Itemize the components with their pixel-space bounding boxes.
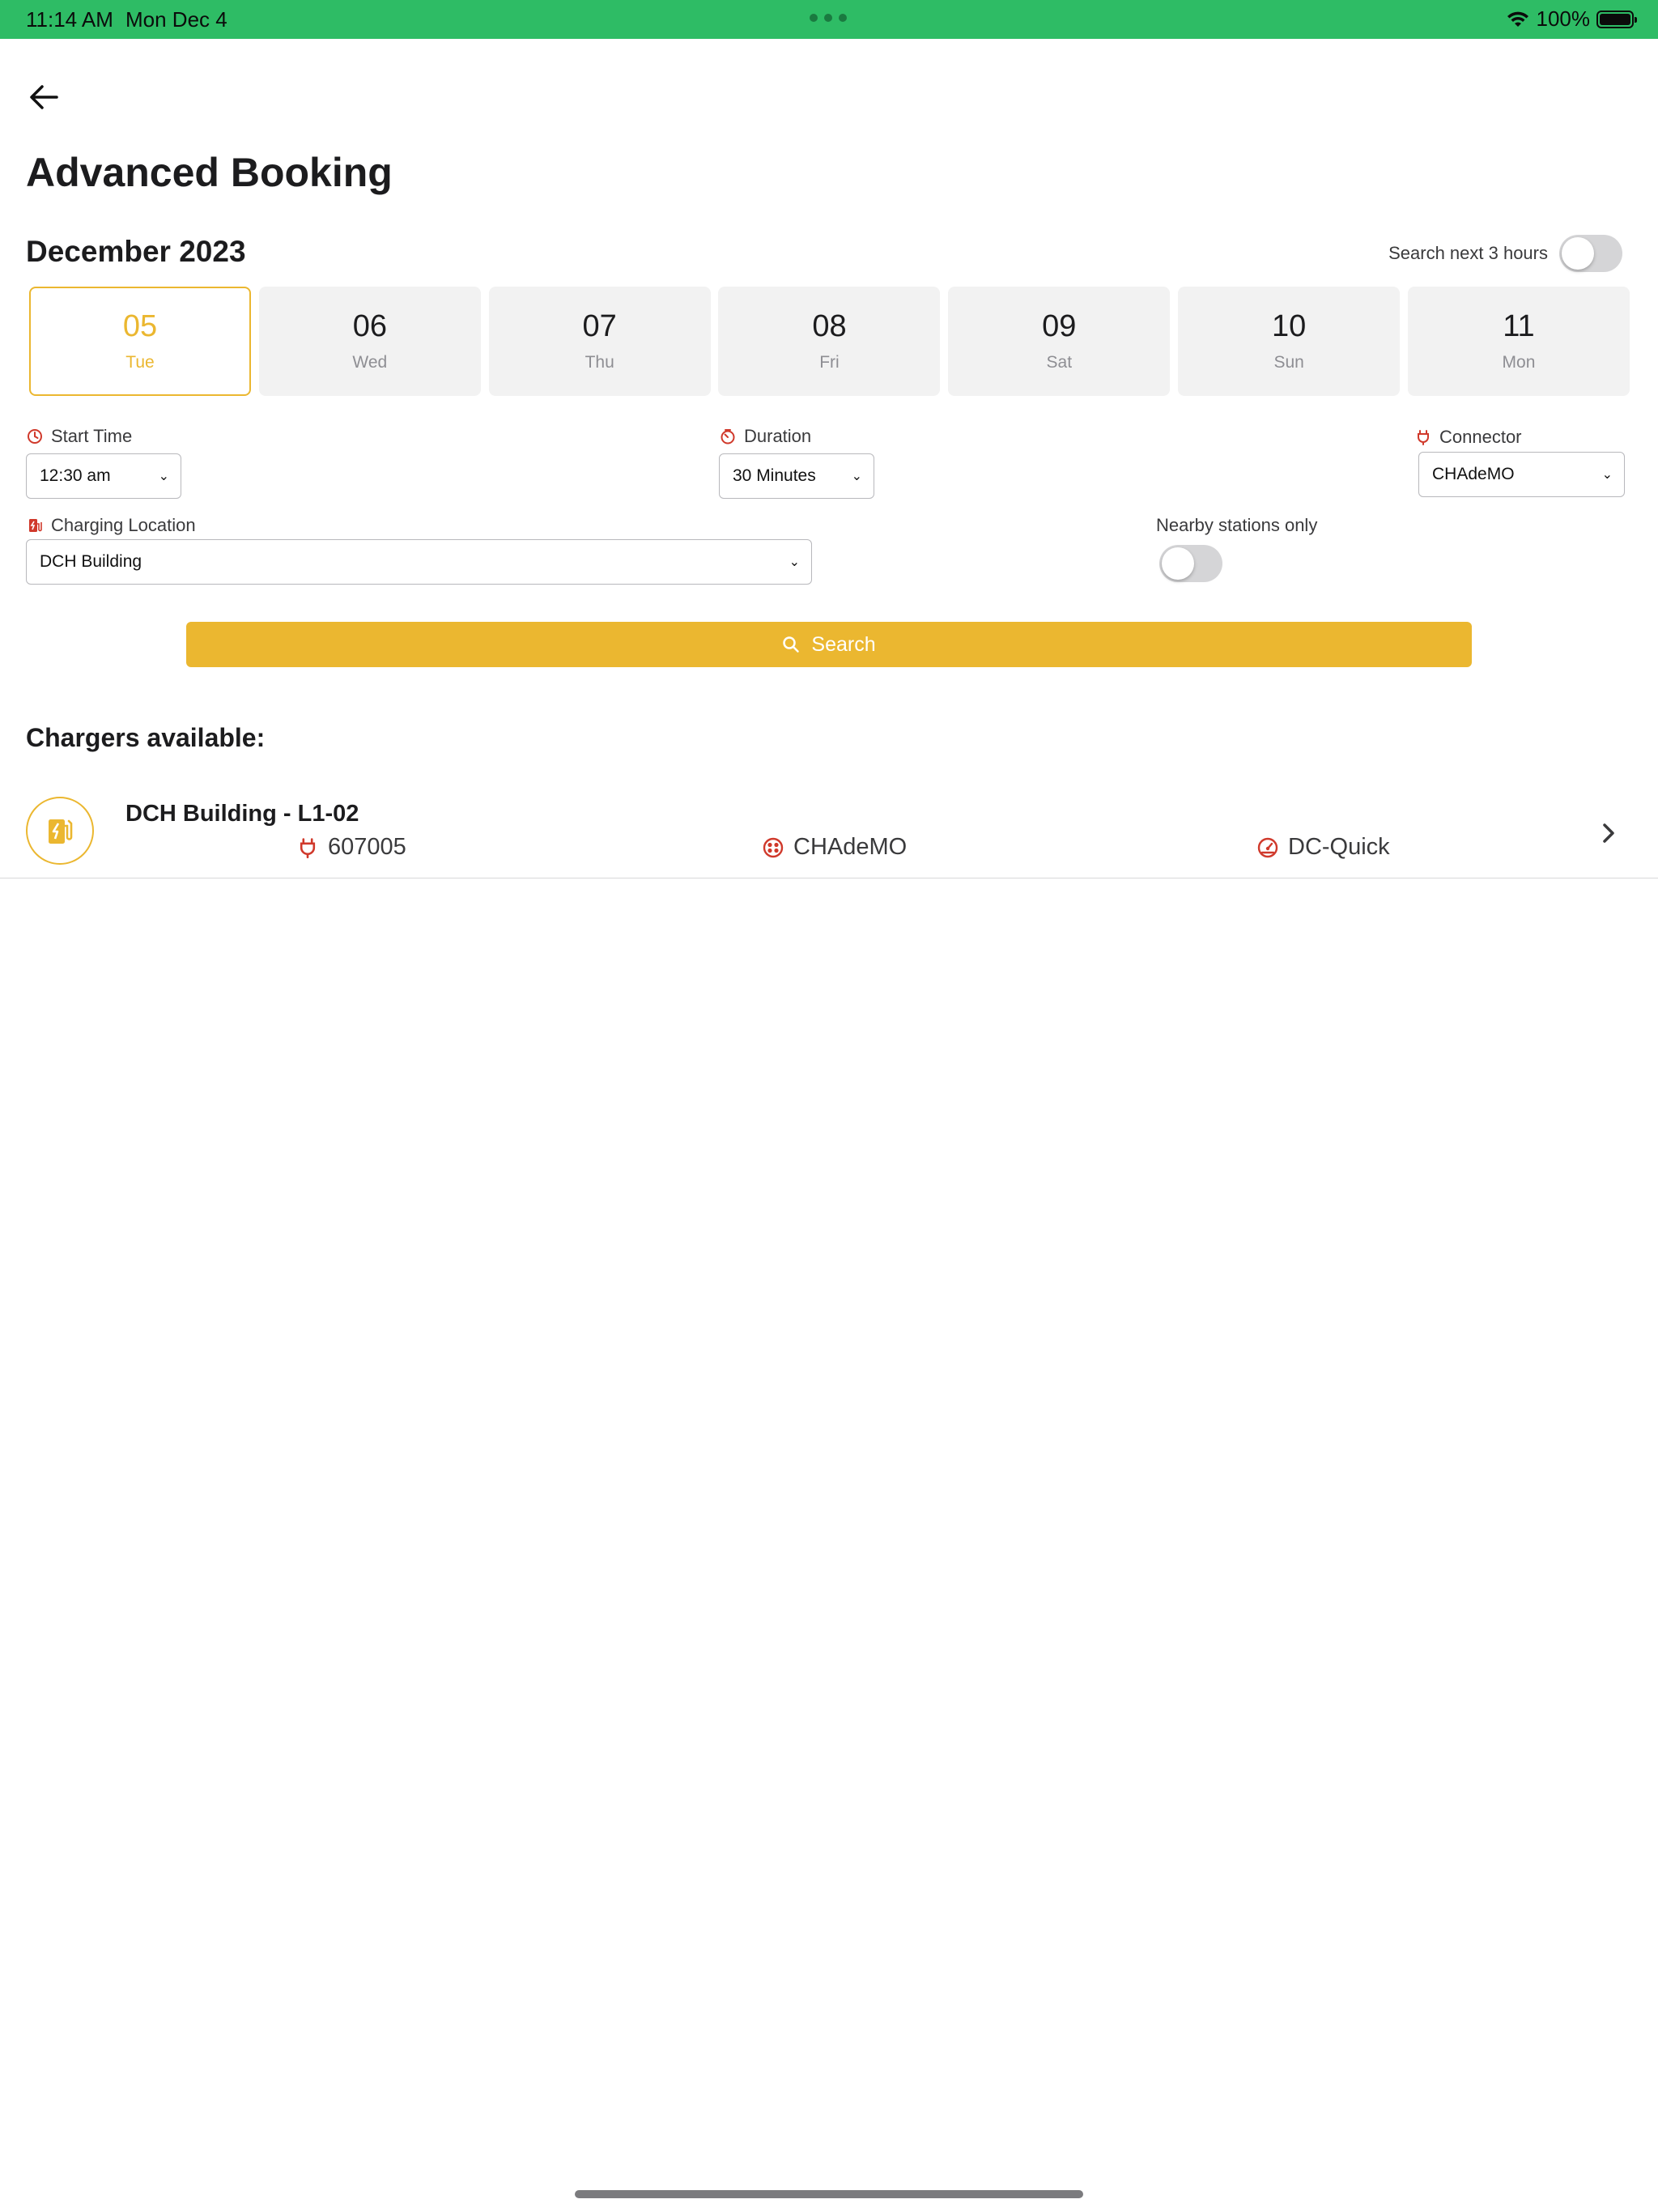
connector-label: Connector (1439, 427, 1522, 447)
arrow-left-icon (30, 85, 58, 109)
chargers-available-heading: Chargers available: (26, 723, 266, 752)
status-time: 11:14 AM (26, 7, 113, 32)
date-weekday: Tue (125, 353, 155, 372)
home-indicator[interactable] (575, 2190, 1083, 2198)
plug-icon (300, 837, 316, 858)
charger-connector-meta: CHAdeMO (763, 834, 907, 861)
date-weekday: Sat (1046, 353, 1073, 372)
speedometer-icon (1257, 837, 1278, 857)
chevron-down-icon: ⌄ (851, 470, 862, 483)
date-weekday: Mon (1502, 353, 1536, 372)
duration-label: Duration (744, 426, 812, 446)
clock-icon (28, 429, 42, 444)
date-number: 05 (122, 308, 158, 343)
charger-list-item[interactable]: DCH Building - L1-02 607005 CHAdeMO DC-Q… (0, 789, 1658, 878)
charger-speed: DC-Quick (1288, 834, 1390, 860)
duration-value: 30 Minutes (733, 466, 816, 485)
date-cell[interactable]: 06 Wed (258, 287, 481, 396)
page-title: Advanced Booking (26, 150, 393, 195)
charger-name: DCH Building - L1-02 (125, 801, 359, 827)
ev-station-icon (26, 797, 94, 865)
status-date: Mon Dec 4 (125, 7, 227, 32)
chevron-down-icon: ⌄ (789, 555, 800, 569)
date-cell[interactable]: 05 Tue (29, 287, 251, 396)
charger-id-meta: 607005 (297, 834, 406, 861)
connector-value: CHAdeMO (1432, 465, 1515, 483)
wifi-icon (1507, 11, 1528, 27)
chevron-down-icon: ⌄ (158, 470, 169, 483)
charging-location-label: Charging Location (51, 515, 196, 535)
date-cell[interactable]: 07 Thu (488, 287, 711, 396)
chevron-down-icon: ⌄ (1601, 468, 1613, 482)
date-weekday: Wed (352, 353, 388, 372)
multitasking-dots-icon[interactable] (810, 14, 847, 22)
charger-connector: CHAdeMO (793, 834, 908, 860)
charger-speed-meta: DC-Quick (1257, 834, 1390, 861)
charger-id: 607005 (328, 834, 406, 860)
charging-location-label-row: Charging Location (27, 515, 196, 536)
search-next-hours-label: Search next 3 hours (1388, 243, 1548, 263)
date-weekday: Fri (819, 353, 840, 372)
search-next-hours-row: Search next 3 hours (1388, 235, 1622, 272)
date-number: 07 (582, 308, 617, 343)
start-time-value: 12:30 am (40, 466, 111, 485)
charging-location-value: DCH Building (40, 552, 142, 571)
search-button[interactable]: Search (186, 622, 1472, 667)
date-cell[interactable]: 10 Sun (1178, 287, 1401, 396)
search-icon (783, 636, 800, 653)
nearby-stations-toggle[interactable] (1159, 545, 1222, 582)
duration-select[interactable]: 30 Minutes ⌄ (719, 453, 874, 499)
status-bar: 11:14 AM Mon Dec 4 100% (0, 0, 1658, 39)
start-time-label: Start Time (51, 426, 133, 446)
date-number: 09 (1042, 308, 1077, 343)
date-cell[interactable]: 09 Sat (948, 287, 1171, 396)
date-cell[interactable]: 11 Mon (1407, 287, 1630, 396)
date-weekday: Thu (585, 353, 614, 372)
connector-socket-icon (763, 837, 784, 857)
back-button[interactable] (28, 81, 65, 113)
date-number: 10 (1272, 308, 1307, 343)
date-picker-strip: 05 Tue 06 Wed 07 Thu 08 Fri 09 Sat 10 Su… (29, 287, 1630, 396)
battery-icon (1596, 10, 1637, 28)
date-number: 11 (1503, 308, 1535, 343)
date-number: 08 (812, 308, 847, 343)
search-button-label: Search (811, 632, 876, 656)
charging-location-select[interactable]: DCH Building ⌄ (26, 539, 812, 585)
start-time-select[interactable]: 12:30 am ⌄ (26, 453, 181, 499)
date-weekday: Sun (1273, 353, 1304, 372)
date-number: 06 (352, 308, 387, 343)
nearby-stations-label-row: Nearby stations only (1156, 515, 1317, 536)
connector-label-row: Connector (1415, 427, 1522, 448)
date-cell[interactable]: 08 Fri (718, 287, 941, 396)
month-label: December 2023 (26, 235, 246, 268)
connector-select[interactable]: CHAdeMO ⌄ (1418, 452, 1625, 497)
nearby-stations-label: Nearby stations only (1156, 515, 1318, 535)
search-next-hours-toggle[interactable] (1559, 235, 1622, 272)
timer-icon (721, 429, 735, 445)
duration-label-row: Duration (720, 426, 811, 447)
battery-percentage: 100% (1536, 6, 1591, 31)
start-time-label-row: Start Time (27, 426, 132, 447)
plug-icon (1418, 430, 1429, 445)
chevron-right-icon (1603, 823, 1614, 843)
charging-station-icon (29, 519, 42, 532)
